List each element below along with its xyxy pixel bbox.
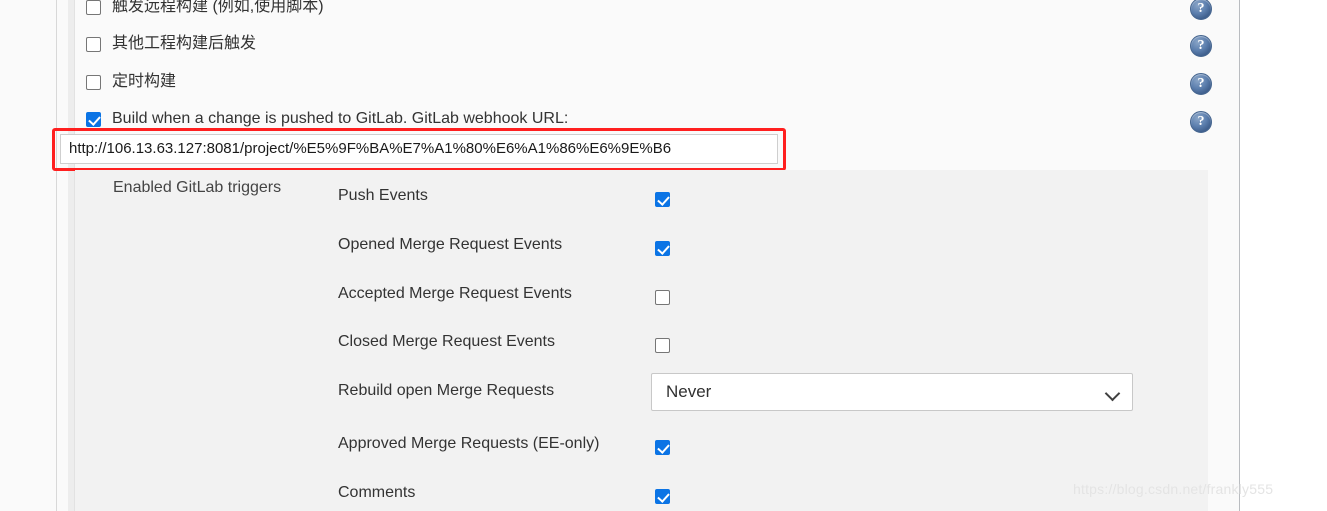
- trigger-option-comments: Comments: [338, 480, 415, 506]
- trigger-option-label: Rebuild open Merge Requests: [338, 382, 555, 399]
- watermark: https://blog.csdn.net/frankly555: [1073, 481, 1274, 497]
- trigger-option-push-events: Push Events: [338, 183, 428, 209]
- help-icon[interactable]: ?: [1190, 35, 1212, 57]
- enabled-gitlab-triggers-panel: [75, 170, 1208, 511]
- help-icon[interactable]: ?: [1190, 73, 1212, 95]
- trigger-option-accepted-merge-request-events: Accepted Merge Request Events: [338, 281, 572, 307]
- trigger-option-closed-merge-request-events: Closed Merge Request Events: [338, 329, 555, 355]
- trigger-option-label: Comments: [338, 484, 416, 501]
- checkbox-icon[interactable]: [86, 0, 101, 15]
- checkbox-icon[interactable]: [655, 192, 670, 207]
- panel-right-divider: [1239, 0, 1240, 511]
- trigger-option-opened-merge-request-events: Opened Merge Request Events: [338, 232, 562, 258]
- checkbox-icon[interactable]: [655, 290, 670, 305]
- build-trigger-label: 其他工程构建后触发: [112, 35, 257, 52]
- build-trigger-row-after-other-projects[interactable]: 其他工程构建后触发: [86, 33, 256, 55]
- rebuild-open-merge-requests-select[interactable]: Never: [651, 373, 1133, 411]
- build-trigger-label: 定时构建: [112, 73, 177, 90]
- build-trigger-label: 触发远程构建 (例如,使用脚本): [112, 0, 324, 15]
- checkbox-icon[interactable]: [655, 241, 670, 256]
- webhook-url-field[interactable]: http://106.13.63.127:8081/project/%E5%9F…: [60, 134, 778, 164]
- trigger-option-rebuild-open-merge-requests: Rebuild open Merge Requests: [338, 378, 554, 404]
- checkbox-icon[interactable]: [86, 111, 101, 127]
- checkbox-icon[interactable]: [655, 338, 670, 353]
- build-trigger-row-remote[interactable]: 触发远程构建 (例如,使用脚本): [86, 0, 324, 18]
- checkbox-icon[interactable]: [655, 489, 670, 504]
- jenkins-build-triggers-screen: 触发远程构建 (例如,使用脚本) 其他工程构建后触发 定时构建 Build wh…: [0, 0, 1327, 511]
- trigger-option-label: Accepted Merge Request Events: [338, 285, 572, 302]
- chevron-down-icon[interactable]: [1104, 385, 1121, 402]
- checkbox-icon[interactable]: [86, 36, 101, 52]
- trigger-option-label: Opened Merge Request Events: [338, 236, 563, 253]
- help-icon[interactable]: ?: [1190, 111, 1212, 133]
- build-trigger-label: Build when a change is pushed to GitLab.…: [112, 110, 569, 127]
- select-value: Never: [666, 382, 712, 401]
- trigger-option-approved-merge-requests: Approved Merge Requests (EE-only): [338, 431, 599, 457]
- enabled-gitlab-triggers-label: Enabled GitLab triggers: [113, 179, 282, 196]
- checkbox-icon[interactable]: [655, 440, 670, 455]
- build-trigger-row-gitlab-push[interactable]: Build when a change is pushed to GitLab.…: [86, 108, 568, 130]
- trigger-option-label: Approved Merge Requests (EE-only): [338, 435, 600, 452]
- trigger-option-label: Push Events: [338, 187, 428, 204]
- left-rail-outer: [56, 0, 57, 511]
- checkbox-icon[interactable]: [86, 74, 101, 90]
- trigger-option-label: Closed Merge Request Events: [338, 333, 555, 350]
- build-trigger-row-scheduled[interactable]: 定时构建: [86, 71, 176, 93]
